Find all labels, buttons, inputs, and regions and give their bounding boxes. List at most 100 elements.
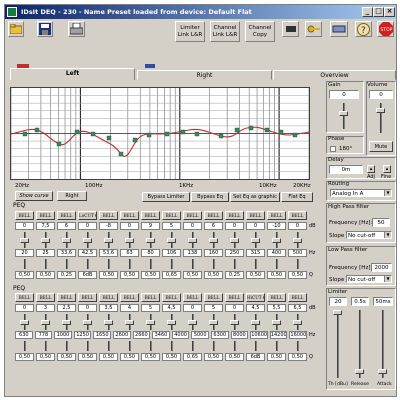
peq1-gain[interactable]: 0 xyxy=(15,222,34,230)
peq2-frequency[interactable]: 8000 xyxy=(230,331,249,339)
limiter-attack-track[interactable] xyxy=(382,310,384,378)
peq1-frequency[interactable]: 160 xyxy=(204,249,223,257)
peq1-gain[interactable]: 0 xyxy=(225,222,244,230)
peq2-gain[interactable]: 4,5 xyxy=(246,304,265,312)
peq2-gain-slider-knob[interactable] xyxy=(146,320,155,325)
peq1-q[interactable]: 6dB xyxy=(78,271,97,279)
peq2-gain[interactable]: 5 xyxy=(141,304,160,312)
peq1-gain-slider-knob[interactable] xyxy=(167,238,176,243)
peq2-gain[interactable]: 5,5 xyxy=(267,304,286,312)
peq1-filter-type[interactable]: LoCUT 6dB xyxy=(78,211,97,220)
peq1-filter-type[interactable]: BELL xyxy=(288,211,307,220)
hpf-slope-dropdown-icon[interactable]: ▼ xyxy=(384,232,391,238)
delay-fine-spinner[interactable]: ▴ xyxy=(383,165,391,173)
peq1-filter-type[interactable]: BELL xyxy=(99,211,118,220)
print-icon[interactable] xyxy=(68,21,85,37)
peq2-gain[interactable]: 3,5 xyxy=(99,304,118,312)
peq1-gain-slider-knob[interactable] xyxy=(125,238,134,243)
peq1-gain[interactable]: 0 xyxy=(183,222,202,230)
peq1-filter-type[interactable]: BELL xyxy=(183,211,202,220)
peq2-gain-slider-knob[interactable] xyxy=(62,320,71,325)
limiter-link-button[interactable]: Limiter Link L&R xyxy=(175,21,205,42)
peq2-gain-slider-knob[interactable] xyxy=(251,320,260,325)
peq1-frequency[interactable]: 80 xyxy=(141,249,160,257)
peq1-q[interactable]: 0,50 xyxy=(288,271,307,279)
peq1-q-slider-track[interactable] xyxy=(171,259,173,269)
peq1-filter-type[interactable]: BELL xyxy=(15,211,34,220)
peq2-gain-slider-knob[interactable] xyxy=(167,320,176,325)
peq2-filter-type[interactable]: BELL xyxy=(204,293,223,302)
peq2-gain[interactable]: 2,5 xyxy=(57,304,76,312)
peq1-gain[interactable]: -8 xyxy=(99,222,118,230)
peq2-q[interactable]: 0,50 xyxy=(204,353,223,361)
peq1-gain-slider-knob[interactable] xyxy=(62,238,71,243)
peq2-frequency[interactable]: 4000 xyxy=(171,331,190,339)
peq1-gain[interactable]: 0 xyxy=(246,222,265,230)
peq1-frequency[interactable]: 42,5 xyxy=(78,249,97,257)
lpf-freq-input[interactable]: 2000 xyxy=(371,263,392,272)
peq2-frequency[interactable]: 778 xyxy=(34,331,53,339)
peq1-filter-type[interactable]: BELL xyxy=(225,211,244,220)
right-curve-button[interactable]: Right xyxy=(57,191,87,201)
peq1-filter-type[interactable]: BELL xyxy=(267,211,286,220)
peq2-q-slider-track[interactable] xyxy=(255,341,257,351)
open-icon[interactable] xyxy=(8,21,24,37)
limiter-release-knob[interactable] xyxy=(355,369,364,374)
peq2-q[interactable]: 0,50 xyxy=(162,353,181,361)
peq2-q-slider-track[interactable] xyxy=(24,341,26,351)
peq1-gain-slider-knob[interactable] xyxy=(209,238,218,243)
peq2-gain[interactable]: 4,5 xyxy=(162,304,181,312)
peq2-gain[interactable]: 5 xyxy=(204,304,223,312)
volume-value[interactable]: 0 xyxy=(369,90,393,99)
peq2-frequency[interactable]: 2600 xyxy=(113,331,131,339)
peq2-q-slider-track[interactable] xyxy=(171,341,173,351)
peq1-gain-slider-knob[interactable] xyxy=(188,238,197,243)
peq1-gain[interactable]: 6 xyxy=(57,222,76,230)
peq2-filter-type[interactable]: BELL xyxy=(120,293,139,302)
peq2-q-slider-track[interactable] xyxy=(297,341,299,351)
peq1-q[interactable]: 0,25 xyxy=(57,271,76,279)
peq1-frequency[interactable]: 500 xyxy=(288,249,307,257)
peq2-q-slider-track[interactable] xyxy=(150,341,152,351)
channel-link-button[interactable]: Channel Link L&R xyxy=(210,21,240,42)
peq1-q[interactable]: 0,50 xyxy=(204,271,223,279)
peq1-gain[interactable]: 0 xyxy=(120,222,139,230)
peq1-frequency[interactable]: 20 xyxy=(15,249,34,257)
delay-adj-spinner[interactable]: ▴ xyxy=(367,165,375,173)
peq1-q[interactable]: 0,50 xyxy=(141,271,160,279)
peq2-frequency[interactable]: 6300 xyxy=(211,331,229,339)
peq2-q[interactable]: 0,50 xyxy=(78,353,97,361)
peq2-q-slider-track[interactable] xyxy=(87,341,89,351)
key-icon[interactable] xyxy=(305,21,322,37)
peq1-q-slider-track[interactable] xyxy=(108,259,110,269)
set-eq-graphic-button[interactable]: Set Eq as graphic xyxy=(230,192,280,202)
lpf-slope-dropdown-icon[interactable]: ▼ xyxy=(384,276,391,282)
peq1-filter-type[interactable]: BELL xyxy=(36,211,55,220)
peq1-q-slider-track[interactable] xyxy=(150,259,152,269)
hpf-slope-select[interactable]: No cut-off ▼ xyxy=(346,231,392,239)
lpf-slope-select[interactable]: No cut-off ▼ xyxy=(346,275,392,283)
peq2-q[interactable]: 0,50 xyxy=(120,353,139,361)
peq1-filter-type[interactable]: BELL xyxy=(57,211,76,220)
peq1-gain[interactable]: 9 xyxy=(141,222,160,230)
tab-left[interactable]: Left xyxy=(10,68,135,80)
peq2-q-slider-track[interactable] xyxy=(213,341,215,351)
peq2-filter-type[interactable]: BELL xyxy=(267,293,286,302)
peq2-q[interactable]: 0,50 xyxy=(57,353,76,361)
peq1-q[interactable]: 0,50 xyxy=(36,271,55,279)
channel-copy-button[interactable]: Channel Copy xyxy=(245,21,275,42)
peq1-q-slider-track[interactable] xyxy=(24,259,26,269)
peq1-q-slider-track[interactable] xyxy=(276,259,278,269)
volume-slider-knob[interactable] xyxy=(376,108,385,113)
limiter-release-value[interactable]: 0.5s xyxy=(351,297,369,306)
peq2-q-slider-track[interactable] xyxy=(192,341,194,351)
peq2-q-slider-track[interactable] xyxy=(276,341,278,351)
peq2-filter-type[interactable]: BELL xyxy=(225,293,244,302)
peq1-gain-slider-knob[interactable] xyxy=(104,238,113,243)
peq2-q-slider-track[interactable] xyxy=(234,341,236,351)
peq2-gain[interactable]: 0 xyxy=(15,304,34,312)
peq2-q[interactable]: 0,50 xyxy=(225,353,244,361)
peq2-frequency[interactable]: 1650 xyxy=(93,331,111,339)
peq1-filter-type[interactable]: BELL xyxy=(246,211,265,220)
peq1-gain-slider-knob[interactable] xyxy=(20,238,29,243)
